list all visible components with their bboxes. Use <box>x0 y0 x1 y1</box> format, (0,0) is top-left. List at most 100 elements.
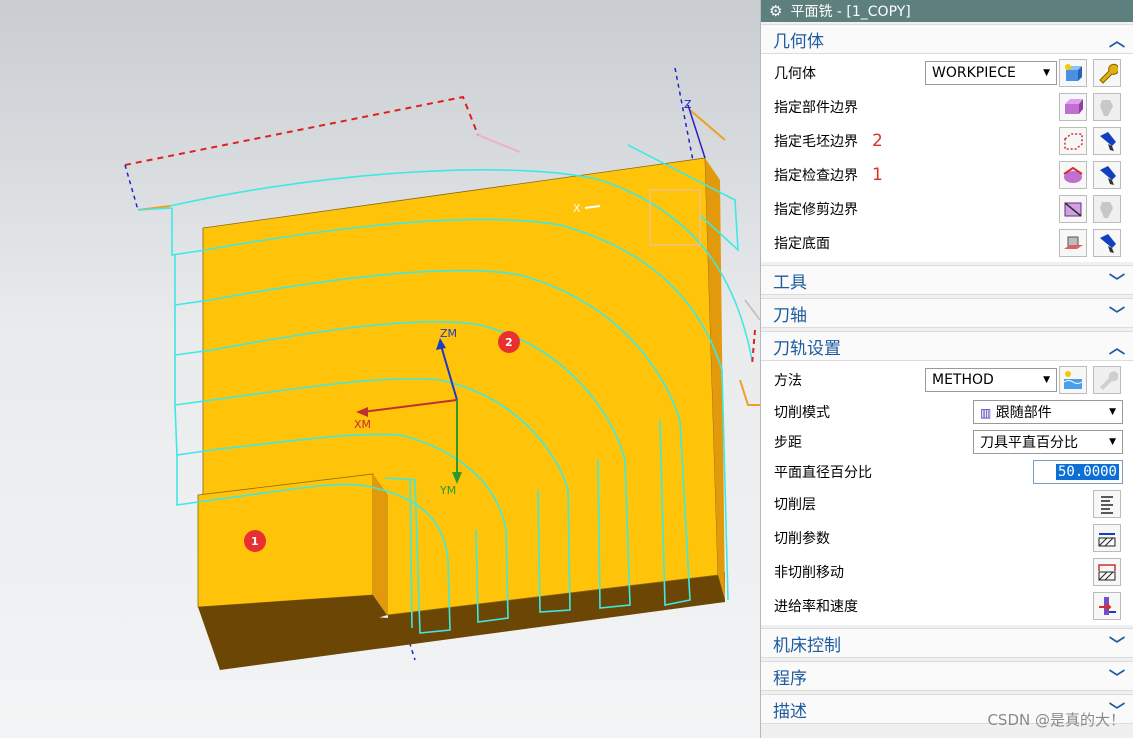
section-path-settings-title: 刀轨设置 <box>773 338 841 359</box>
cut-pattern-label: 切削模式 <box>774 405 830 421</box>
flashlight-icon <box>1100 234 1116 253</box>
check-boundary-icon <box>1063 166 1083 183</box>
section-path-settings-header[interactable]: 刀轨设置 ︿ <box>761 331 1133 361</box>
display-check-boundary-button[interactable] <box>1093 161 1121 189</box>
section-tool-axis-title: 刀轴 <box>773 305 807 326</box>
flashlight-icon-disabled <box>1100 100 1113 116</box>
section-machine-control-header[interactable]: 机床控制 ﹀ <box>761 628 1133 658</box>
non-cutting-row: 非切削移动 <box>761 555 1133 589</box>
trim-boundary-icon <box>1064 202 1082 217</box>
dialog-titlebar[interactable]: ⚙ 平面铣 - [1_COPY] <box>761 0 1133 22</box>
check-boundary-annotation: 1 <box>872 165 883 185</box>
small-x-label: X <box>573 202 581 215</box>
chevron-down-icon: ﹀ <box>1108 635 1125 654</box>
stepover-select-value: 刀具平直百分比 <box>980 435 1078 451</box>
blank-boundary-line <box>124 95 479 166</box>
dropdown-arrow-icon: ▼ <box>1109 407 1116 417</box>
section-tool-header[interactable]: 工具 ﹀ <box>761 265 1133 295</box>
cutting-params-label: 切削参数 <box>774 531 830 547</box>
section-geometry-body: 几何体 WORKPIECE ▼ 指定部件边界 指定毛坯边界 2 指定检查边界 1… <box>761 54 1133 262</box>
flashlight-icon <box>1100 166 1116 185</box>
watermark: CSDN @是真的大！ <box>987 711 1125 729</box>
cut-levels-button[interactable] <box>1093 490 1121 518</box>
step-block <box>197 473 374 608</box>
section-tool-axis-header[interactable]: 刀轴 ﹀ <box>761 298 1133 328</box>
section-geometry-header[interactable]: 几何体 ︿ <box>761 24 1133 54</box>
section-path-settings-body: 方法 METHOD ▼ 切削模式 ▥ 跟随部件 ▼ 步距 刀具平直百分比 ▼ 平… <box>761 361 1133 625</box>
feeds-speeds-icon <box>1099 597 1116 615</box>
floor-plane-icon <box>1064 236 1083 249</box>
geometry-select-value: WORKPIECE <box>932 65 1016 81</box>
wrench-icon <box>1099 63 1118 84</box>
dropdown-arrow-icon: ▼ <box>1109 437 1116 447</box>
edit-geometry-button[interactable] <box>1093 59 1121 87</box>
stepover-select[interactable]: 刀具平直百分比 ▼ <box>973 430 1123 454</box>
section-geometry-title: 几何体 <box>773 31 824 52</box>
display-part-boundary-button[interactable] <box>1093 93 1121 121</box>
flat-diameter-value: 50.0000 <box>1055 464 1119 480</box>
new-geometry-button[interactable] <box>1059 59 1087 87</box>
blank-boundary-label: 指定毛坯边界 <box>774 134 858 150</box>
cutting-params-button[interactable] <box>1093 524 1121 552</box>
blank-boundary-annotation: 2 <box>872 131 883 151</box>
select-part-boundary-button[interactable] <box>1059 93 1087 121</box>
display-floor-button[interactable] <box>1093 229 1121 257</box>
flashlight-icon <box>1100 132 1116 151</box>
non-cutting-moves-button[interactable] <box>1093 558 1121 586</box>
cut-levels-row: 切削层 <box>761 487 1133 521</box>
cut-pattern-select[interactable]: ▥ 跟随部件 ▼ <box>973 400 1123 424</box>
non-cutting-label: 非切削移动 <box>774 565 844 581</box>
chevron-up-icon: ︿ <box>1108 338 1125 357</box>
method-select-value: METHOD <box>932 372 994 388</box>
dialog-title: 平面铣 - [1_COPY] <box>790 4 911 20</box>
cutting-params-row: 切削参数 <box>761 521 1133 555</box>
feeds-speeds-label: 进给率和速度 <box>774 599 858 615</box>
display-blank-boundary-button[interactable] <box>1093 127 1121 155</box>
floor-row: 指定底面 <box>761 226 1133 260</box>
new-geometry-icon <box>1065 64 1082 81</box>
select-trim-boundary-button[interactable] <box>1059 195 1087 223</box>
planar-mill-dialog: ⚙ 平面铣 - [1_COPY] 几何体 ︿ 几何体 WORKPIECE ▼ 指… <box>760 0 1133 738</box>
small-z-label: Z <box>684 98 692 111</box>
section-program-title: 程序 <box>773 668 807 689</box>
edit-method-button[interactable] <box>1093 366 1121 394</box>
geometry-label: 几何体 <box>774 66 816 82</box>
dropdown-arrow-icon: ▼ <box>1043 68 1050 78</box>
stepover-row: 步距 刀具平直百分比 ▼ <box>761 427 1133 457</box>
select-check-boundary-button[interactable] <box>1059 161 1087 189</box>
geometry-select[interactable]: WORKPIECE ▼ <box>925 61 1057 85</box>
model-scene: Z X ZM XM YM 1 2 <box>124 67 760 670</box>
part-boundary-icon <box>1065 99 1083 114</box>
select-floor-button[interactable] <box>1059 229 1087 257</box>
section-tool-title: 工具 <box>773 272 807 293</box>
new-method-icon <box>1063 371 1083 389</box>
check-boundary-label: 指定检查边界 <box>774 168 858 184</box>
trim-boundary-label: 指定修剪边界 <box>774 202 858 218</box>
graphics-viewport[interactable]: Z X ZM XM YM 1 2 <box>0 0 760 738</box>
feeds-speeds-button[interactable] <box>1093 592 1121 620</box>
zm-axis-label: ZM <box>440 327 457 340</box>
cut-levels-icon <box>1101 496 1113 514</box>
feeds-speeds-row: 进给率和速度 <box>761 589 1133 623</box>
cut-pattern-row: 切削模式 ▥ 跟随部件 ▼ <box>761 397 1133 427</box>
flashlight-icon-disabled <box>1100 202 1113 218</box>
display-trim-boundary-button[interactable] <box>1093 195 1121 223</box>
flat-diameter-input[interactable]: 50.0000 <box>1033 460 1123 484</box>
follow-part-icon: ▥ <box>980 406 992 420</box>
wrench-icon-disabled <box>1100 371 1118 390</box>
blank-boundary-icon <box>1064 133 1083 150</box>
flat-diameter-label: 平面直径百分比 <box>774 465 872 481</box>
dropdown-arrow-icon: ▼ <box>1043 375 1050 385</box>
chevron-down-icon: ﹀ <box>1108 305 1125 324</box>
select-blank-boundary-button[interactable] <box>1059 127 1087 155</box>
geometry-row: 几何体 WORKPIECE ▼ <box>761 56 1133 90</box>
cut-pattern-select-value: 跟随部件 <box>995 405 1052 421</box>
new-method-button[interactable] <box>1059 366 1087 394</box>
section-program-header[interactable]: 程序 ﹀ <box>761 661 1133 691</box>
gear-icon: ⚙ <box>769 2 783 20</box>
check-boundary-row: 指定检查边界 1 <box>761 158 1133 192</box>
method-select[interactable]: METHOD ▼ <box>925 368 1057 392</box>
part-boundary-label: 指定部件边界 <box>774 100 858 116</box>
chevron-up-icon: ︿ <box>1108 31 1125 50</box>
marker-1-label: 1 <box>251 535 259 548</box>
